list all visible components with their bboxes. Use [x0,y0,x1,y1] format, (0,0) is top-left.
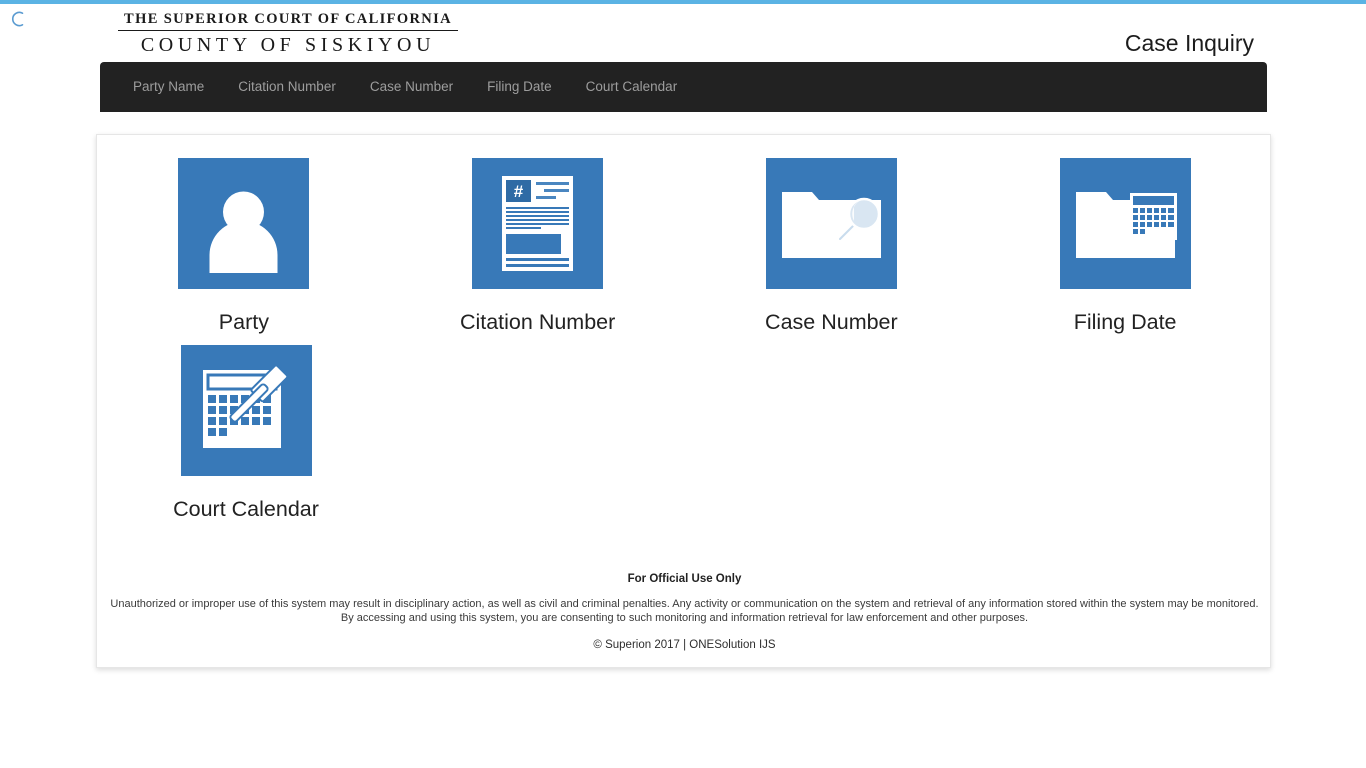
court-logo: THE SUPERIOR COURT OF CALIFORNIA COUNTY … [118,11,458,57]
court-logo-line-1: THE SUPERIOR COURT OF CALIFORNIA [118,11,458,31]
page-title: Case Inquiry [1124,30,1254,56]
search-tile-grid: Party # Citation Number Case Number Fili… [97,135,1272,532]
tile-label-filing-date: Filing Date [1073,310,1177,334]
main-navigation: Party Name Citation Number Case Number F… [100,62,1267,112]
nav-item-filing-date[interactable]: Filing Date [470,62,569,112]
nav-item-court-calendar[interactable]: Court Calendar [569,62,695,112]
svg-text:#: # [514,182,524,201]
tile-row-2: Court Calendar [97,345,1272,532]
document-hash-icon: # [472,158,604,289]
copyright-notice: © Superion 2017 | ONESolution IJS [593,639,776,651]
tile-party[interactable]: Party [97,158,391,345]
legal-disclaimer: Unauthorized or improper use of this sys… [110,598,1259,624]
official-use-heading: For Official Use Only [627,573,742,585]
person-icon [178,158,310,289]
tile-label-citation-number: Citation Number [459,310,616,334]
tile-label-party: Party [218,310,269,334]
loading-spinner-icon [9,10,27,28]
calendar-gavel-icon [180,345,312,476]
page-root: THE SUPERIOR COURT OF CALIFORNIA COUNTY … [0,0,1366,768]
nav-item-case-number[interactable]: Case Number [353,62,470,112]
content-card: Party # Citation Number Case Number Fili… [96,134,1271,668]
tile-court-calendar[interactable]: Court Calendar [97,345,395,532]
tile-label-case-number: Case Number [765,310,898,334]
tile-case-number[interactable]: Case Number [685,158,979,345]
page-header: THE SUPERIOR COURT OF CALIFORNIA COUNTY … [0,0,1366,62]
folder-magnifier-icon [765,158,897,289]
tile-label-court-calendar: Court Calendar [173,497,319,521]
court-logo-line-2: COUNTY OF SISKIYOU [140,34,436,56]
card-footer: For Official Use Only Unauthorized or im… [97,573,1272,651]
tile-row-1: Party # Citation Number Case Number Fili… [97,158,1272,345]
folder-calendar-icon [1059,158,1191,289]
tile-citation-number[interactable]: # Citation Number [391,158,685,345]
tile-filing-date[interactable]: Filing Date [978,158,1272,345]
nav-item-party-name[interactable]: Party Name [116,62,221,112]
nav-item-citation-number[interactable]: Citation Number [221,62,353,112]
